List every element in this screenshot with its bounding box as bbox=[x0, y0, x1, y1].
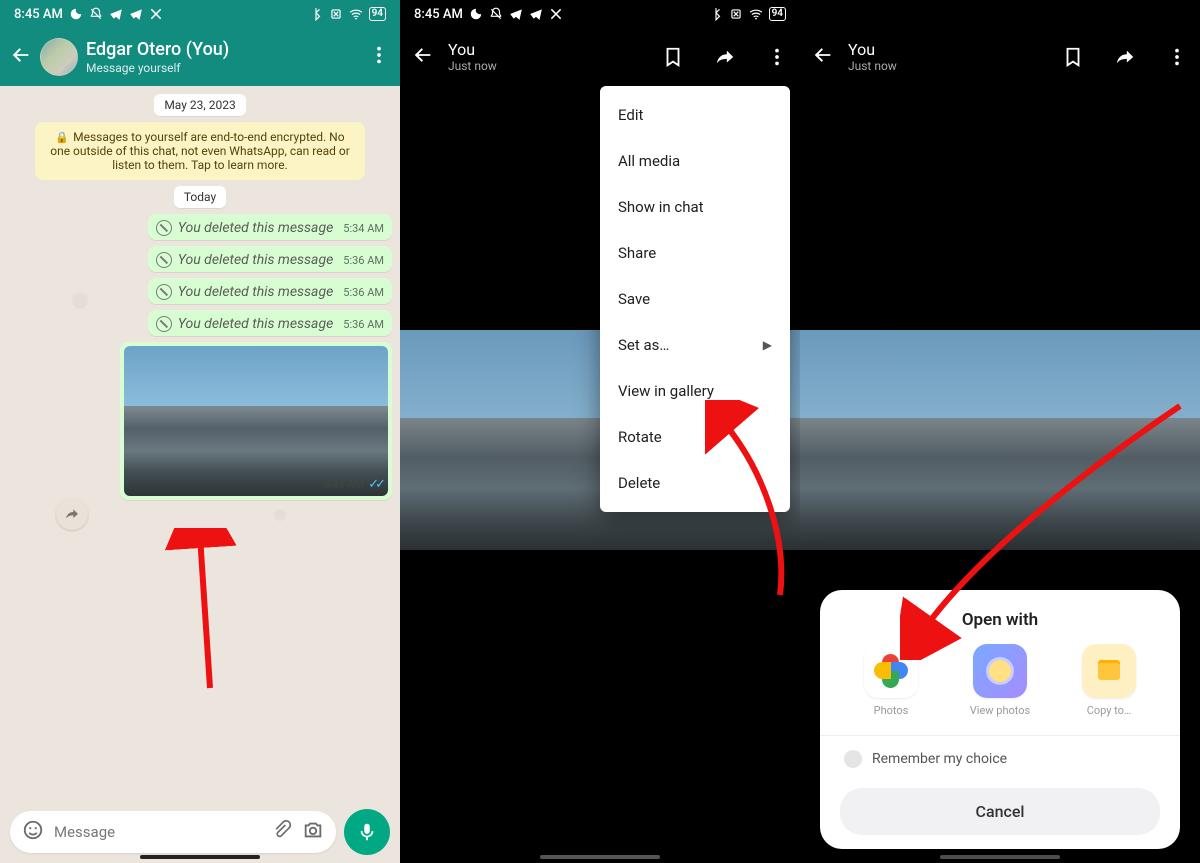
home-indicator[interactable] bbox=[140, 855, 260, 859]
bookmark-button[interactable] bbox=[662, 46, 684, 68]
media-time: Just now bbox=[448, 59, 497, 73]
bookmark-button[interactable] bbox=[1062, 46, 1084, 68]
avatar[interactable] bbox=[40, 38, 78, 76]
chat-title[interactable]: Edgar Otero (You) bbox=[86, 39, 229, 61]
deleted-message[interactable]: You deleted this message 5:36 AM bbox=[148, 246, 392, 272]
emoji-icon[interactable] bbox=[22, 819, 44, 845]
cancel-button[interactable]: Cancel bbox=[840, 788, 1160, 835]
media-header: You Just now bbox=[400, 28, 800, 86]
app-label: Photos bbox=[874, 704, 909, 717]
media-time: Just now bbox=[848, 59, 897, 73]
back-button[interactable] bbox=[10, 44, 32, 70]
menu-set-as[interactable]: Set as…▶ bbox=[600, 322, 790, 368]
back-button[interactable] bbox=[412, 44, 434, 70]
encryption-notice[interactable]: 🔒Messages to yourself are end-to-end enc… bbox=[35, 122, 365, 180]
x-icon bbox=[549, 7, 563, 21]
today-pill: Today bbox=[174, 186, 226, 208]
attach-icon[interactable] bbox=[272, 820, 292, 844]
menu-all-media[interactable]: All media bbox=[600, 138, 790, 184]
bluetooth-icon bbox=[309, 7, 323, 21]
message-time: 5:36 AM bbox=[343, 254, 384, 267]
deleted-message[interactable]: You deleted this message 5:36 AM bbox=[148, 310, 392, 336]
image-message[interactable]: 8:45 AM ✓✓ bbox=[120, 342, 392, 500]
home-indicator[interactable] bbox=[940, 855, 1060, 859]
bluetooth-icon bbox=[709, 7, 723, 21]
back-button[interactable] bbox=[812, 44, 834, 70]
battery-indicator: 94 bbox=[369, 7, 386, 21]
blocked-icon bbox=[156, 220, 172, 236]
media-sender: You bbox=[448, 40, 497, 59]
annotation-arrow-icon bbox=[900, 400, 1200, 660]
chat-subtitle: Message yourself bbox=[86, 61, 229, 75]
chevron-right-icon: ▶ bbox=[763, 338, 772, 352]
status-bar: 8:45 AM 94 bbox=[400, 0, 800, 28]
deleted-message[interactable]: You deleted this message 5:36 AM bbox=[148, 278, 392, 304]
more-options-button[interactable] bbox=[1166, 46, 1188, 68]
media-sender: You bbox=[848, 40, 897, 59]
annotation-arrow-icon bbox=[705, 400, 825, 620]
read-ticks-icon: ✓✓ bbox=[368, 477, 382, 492]
blocked-icon bbox=[156, 284, 172, 300]
image-time: 8:45 AM bbox=[323, 478, 364, 491]
app-label: View photos bbox=[970, 704, 1030, 717]
panel-whatsapp-chat: 8:45 AM 94 Edgar Otero (You) Message you… bbox=[0, 0, 400, 863]
blocked-icon bbox=[156, 316, 172, 332]
forward-button[interactable] bbox=[56, 498, 88, 530]
forward-button[interactable] bbox=[714, 46, 736, 68]
message-time: 5:36 AM bbox=[343, 318, 384, 331]
status-time: 8:45 AM bbox=[14, 7, 63, 22]
more-options-button[interactable] bbox=[368, 44, 390, 70]
telegram-icon bbox=[109, 7, 123, 21]
camera-icon[interactable] bbox=[302, 819, 324, 845]
status-bar: 8:45 AM 94 bbox=[0, 0, 400, 28]
menu-share[interactable]: Share bbox=[600, 230, 790, 276]
lock-icon: 🔒 bbox=[55, 131, 69, 144]
media-header: You Just now bbox=[800, 28, 1200, 86]
annotation-arrow-icon bbox=[120, 528, 240, 708]
chat-header: Edgar Otero (You) Message yourself bbox=[0, 28, 400, 86]
image-thumbnail[interactable] bbox=[124, 346, 388, 496]
message-time: 5:34 AM bbox=[343, 222, 384, 235]
remember-choice-toggle[interactable]: Remember my choice bbox=[840, 736, 1160, 782]
forward-button[interactable] bbox=[1114, 46, 1136, 68]
app-label: Copy to… bbox=[1087, 704, 1132, 717]
no-sim-icon bbox=[329, 7, 343, 21]
moon-icon bbox=[69, 7, 83, 21]
input-placeholder: Message bbox=[54, 823, 262, 841]
wifi-icon bbox=[349, 7, 363, 21]
deleted-message[interactable]: You deleted this message 5:34 AM bbox=[148, 214, 392, 240]
home-indicator[interactable] bbox=[540, 855, 660, 859]
telegram-icon bbox=[529, 7, 543, 21]
telegram-icon bbox=[509, 7, 523, 21]
input-bar: Message bbox=[0, 801, 400, 863]
x-icon bbox=[149, 7, 163, 21]
menu-edit[interactable]: Edit bbox=[600, 92, 790, 138]
telegram-icon bbox=[129, 7, 143, 21]
blocked-icon bbox=[156, 252, 172, 268]
message-input[interactable]: Message bbox=[10, 811, 336, 853]
date-pill: May 23, 2023 bbox=[154, 94, 245, 116]
mic-button[interactable] bbox=[344, 809, 390, 855]
silent-icon bbox=[489, 7, 503, 21]
message-time: 5:36 AM bbox=[343, 286, 384, 299]
more-options-button[interactable] bbox=[766, 46, 788, 68]
battery-indicator: 94 bbox=[769, 7, 786, 21]
radio-icon bbox=[844, 750, 862, 768]
wifi-icon bbox=[749, 7, 763, 21]
silent-icon bbox=[89, 7, 103, 21]
moon-icon bbox=[469, 7, 483, 21]
no-sim-icon bbox=[729, 7, 743, 21]
menu-save[interactable]: Save bbox=[600, 276, 790, 322]
menu-show-in-chat[interactable]: Show in chat bbox=[600, 184, 790, 230]
status-time: 8:45 AM bbox=[414, 7, 463, 22]
